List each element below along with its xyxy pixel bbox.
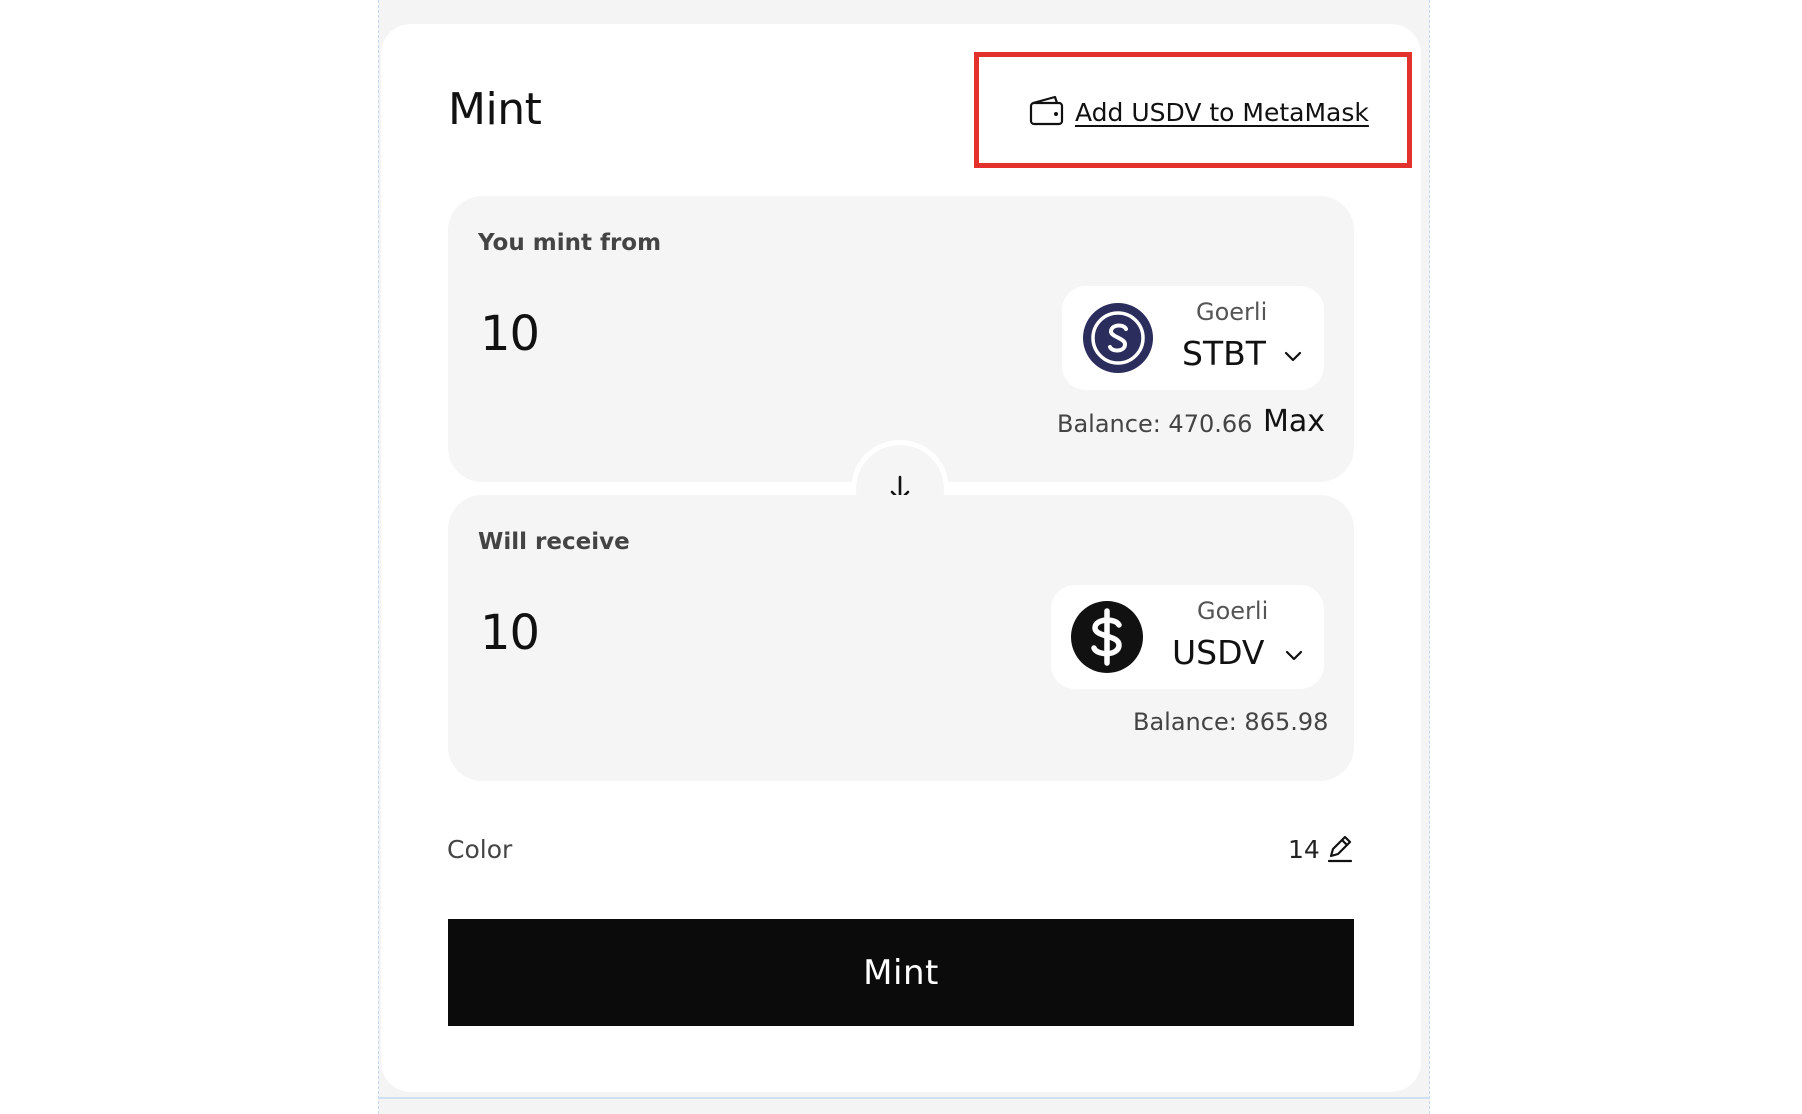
to-balance: Balance: 865.98 (1133, 708, 1329, 736)
stbt-token-icon (1083, 303, 1153, 373)
from-token-network: Goerli (1196, 298, 1268, 326)
chevron-down-icon (1284, 351, 1302, 362)
add-to-metamask-link[interactable]: Add USDV to MetaMask (1029, 94, 1369, 130)
color-label: Color (447, 835, 513, 864)
mint-from-label: You mint from (478, 230, 662, 256)
background-grid-line (1429, 0, 1430, 1114)
will-receive-card: Will receive 10 Goerli USDV Balance: 865… (448, 495, 1354, 781)
wallet-icon (1029, 94, 1065, 130)
background-grid-line (378, 0, 379, 1114)
usdv-token-icon (1071, 601, 1143, 673)
edit-icon[interactable] (1326, 834, 1354, 864)
to-token-network: Goerli (1197, 597, 1269, 625)
from-balance: Balance: 470.66 (1057, 410, 1253, 438)
color-value: 14 (1288, 835, 1320, 864)
to-token-selector[interactable]: Goerli USDV (1051, 585, 1324, 689)
background-grid-line (378, 1097, 1430, 1099)
from-token-selector[interactable]: Goerli STBT (1062, 286, 1324, 390)
mint-button[interactable]: Mint (448, 919, 1354, 1026)
chevron-down-icon (1285, 650, 1303, 661)
to-token-symbol: USDV (1172, 633, 1265, 672)
mint-from-amount-input[interactable]: 10 (480, 306, 540, 362)
add-to-metamask-label: Add USDV to MetaMask (1075, 97, 1369, 127)
will-receive-amount: 10 (480, 605, 540, 661)
from-token-symbol: STBT (1182, 334, 1266, 373)
max-button[interactable]: Max (1263, 404, 1325, 439)
page-title: Mint (448, 84, 542, 135)
will-receive-label: Will receive (478, 529, 630, 555)
